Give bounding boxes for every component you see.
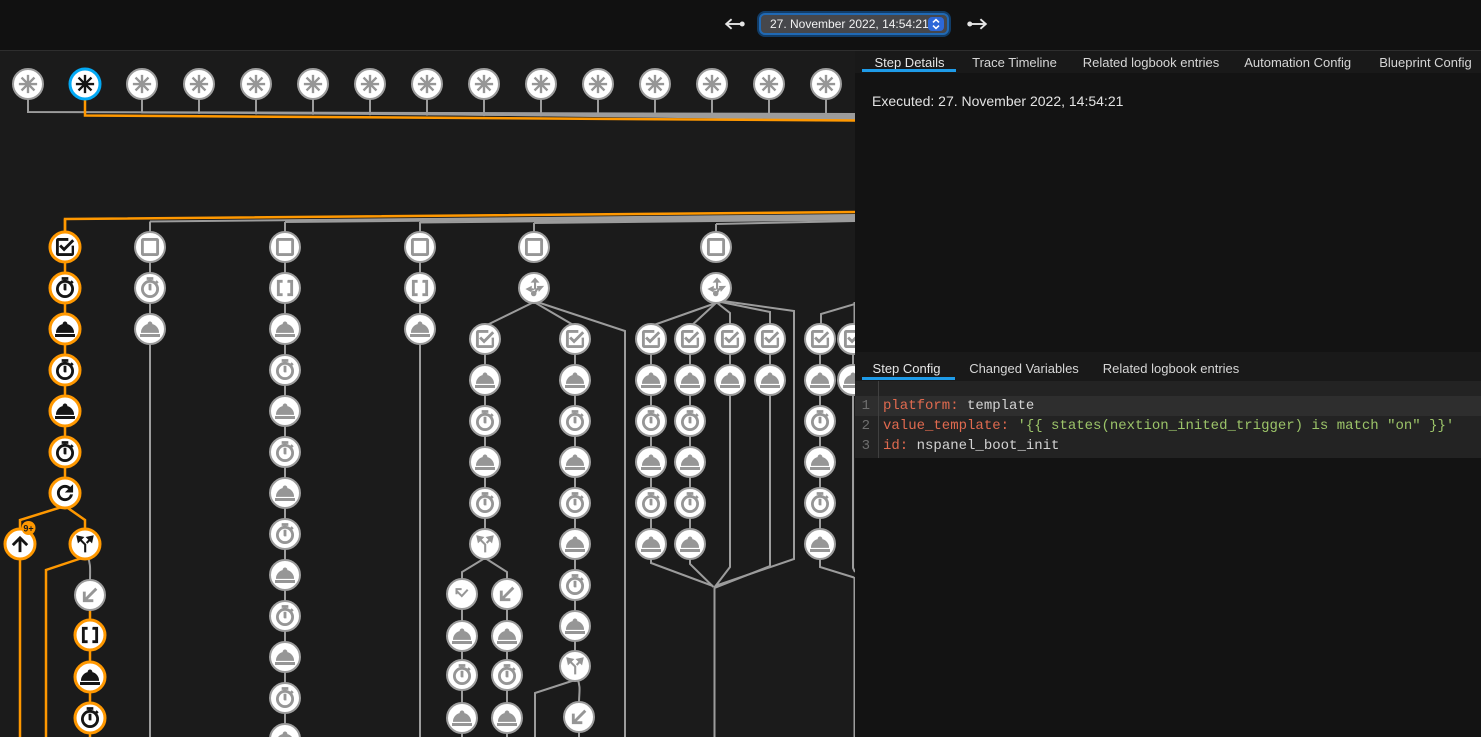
svg-text:9+: 9+: [23, 523, 33, 533]
